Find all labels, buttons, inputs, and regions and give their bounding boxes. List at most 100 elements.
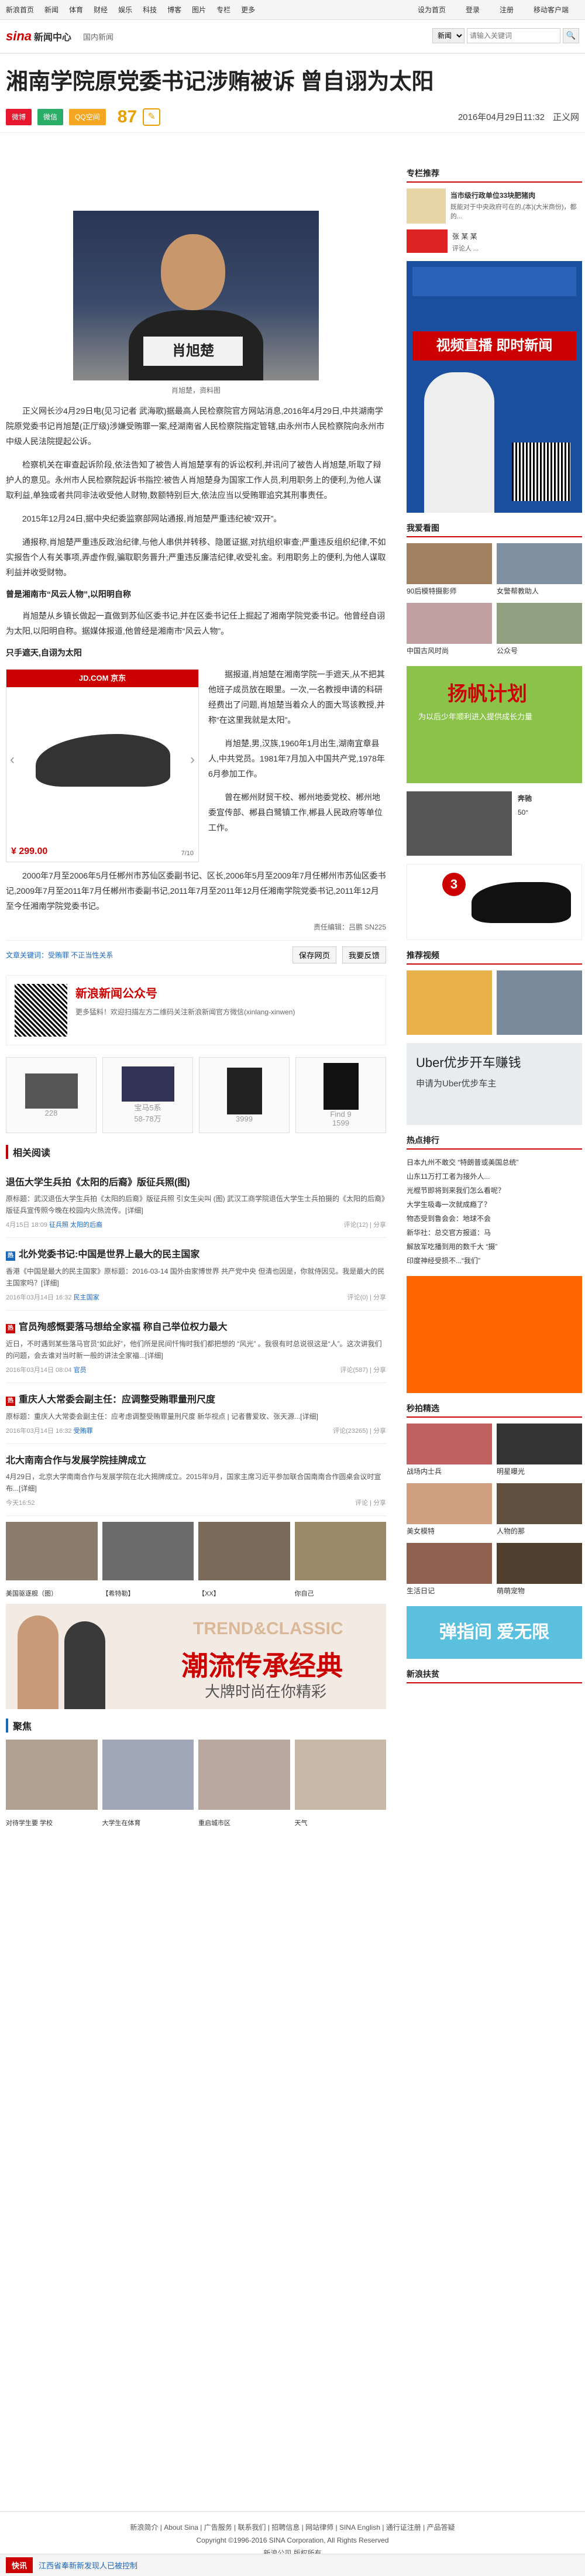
car-ad[interactable]: 奔驰 50°	[407, 791, 582, 856]
footer-link[interactable]: 招聘信息	[271, 2523, 300, 2532]
photo-strip-item[interactable]: 你自己	[294, 1522, 386, 1597]
news-comments[interactable]: 评论(0) | 分享	[347, 1292, 386, 1302]
news-title[interactable]: 热北外党委书记:中国是世界上最大的民主国家	[6, 1246, 386, 1261]
footer-link[interactable]: 联系我们	[238, 2523, 266, 2532]
news-tag[interactable]: 官员	[74, 1367, 87, 1374]
picture-item[interactable]: 重启城市区	[198, 1740, 290, 1827]
focus-item[interactable]: 公众号	[497, 603, 582, 658]
product-card[interactable]: Find 9 1599	[295, 1057, 386, 1133]
photo-strip-item[interactable]: 美国驱逐舰（图）	[6, 1522, 98, 1597]
search-type-select[interactable]: 新闻	[432, 28, 464, 43]
jd-ad[interactable]: JD.COM 京东 ‹ › ¥ 299.00 7/10	[6, 669, 199, 862]
yangfan-ad[interactable]: 扬帆计划 为以后少年顺利进入提供成长力量	[407, 666, 582, 783]
picture-item[interactable]: 对待学生要 学校	[6, 1740, 98, 1827]
footer-link[interactable]: 广告服务	[204, 2523, 232, 2532]
prev-arrow-icon[interactable]: ‹	[10, 752, 15, 768]
product-card[interactable]: 宝马5系 58-78万	[102, 1057, 193, 1133]
hot-item[interactable]: 山东11万打工者为接外人...	[407, 1169, 582, 1184]
hot-item[interactable]: 新华社：总交官方报道：马	[407, 1226, 582, 1240]
picture-item[interactable]: 天气	[294, 1740, 386, 1827]
nav-finance[interactable]: 财经	[94, 5, 108, 15]
login-link[interactable]: 登录	[466, 5, 480, 15]
news-title[interactable]: 热重庆人大常委会副主任：应调整受贿罪量刑尺度	[6, 1391, 386, 1406]
focus-item[interactable]: 女警帮教助人	[497, 543, 582, 598]
search-button[interactable]: 🔍	[563, 28, 579, 43]
channel-breadcrumb[interactable]: 国内新闻	[83, 31, 113, 42]
mini-item[interactable]: 人物的那	[497, 1483, 582, 1538]
news-tag[interactable]: 民主国家	[74, 1294, 99, 1301]
comment-count[interactable]: 87	[118, 107, 137, 127]
nav-photo[interactable]: 图片	[192, 5, 206, 15]
focus-item[interactable]: 中国古风时尚	[407, 603, 492, 658]
mini-item[interactable]: 萌萌宠物	[497, 1543, 582, 1598]
hot-item[interactable]: 日本九州不敢交 “特朗普或美国总统”	[407, 1155, 582, 1169]
recommend-title[interactable]: 当市级行政单位33块肥猪肉	[450, 188, 582, 203]
news-comments[interactable]: 评论(23265) | 分享	[333, 1426, 386, 1435]
news-tag[interactable]: 受贿罪	[74, 1428, 93, 1435]
recommend-title[interactable]: 张 某 某	[452, 229, 479, 243]
news-title[interactable]: 热官员殉感慨要落马想给全家福 称自己举位权力最大	[6, 1319, 386, 1333]
sina-logo[interactable]: sina 新闻中心	[6, 29, 71, 44]
mobile-client-link[interactable]: 移动客户端	[534, 5, 569, 15]
news-item[interactable]: 热北外党委书记:中国是世界上最大的民主国家 香港《中国是最大的民主国家》原标题：…	[6, 1238, 386, 1311]
news-item[interactable]: 热官员殉感慨要落马想给全家福 称自己举位权力最大 近日，不时遇到某些落马官员“如…	[6, 1311, 386, 1383]
news-title[interactable]: 退伍大学生兵拍《太阳的后裔》版征兵照(图)	[6, 1174, 386, 1188]
footer-link[interactable]: About Sina	[164, 2523, 198, 2532]
photo-strip-item[interactable]: 【希特勒】	[102, 1522, 194, 1597]
register-link[interactable]: 注册	[500, 5, 514, 15]
footer-link[interactable]: 新浪简介	[130, 2523, 158, 2532]
hot-item[interactable]: 大学生吸毒一次就成瘾了？	[407, 1198, 582, 1212]
mini-item[interactable]: 美女模特	[407, 1483, 492, 1538]
news-comments[interactable]: 评论(587) | 分享	[340, 1365, 386, 1374]
news-comments[interactable]: 评论 | 分享	[355, 1498, 386, 1507]
hot-item[interactable]: 光棍节即将到来我们怎么看呢？	[407, 1184, 582, 1198]
nav-blog[interactable]: 博客	[167, 5, 181, 15]
mini-item[interactable]: 明星曝光	[497, 1424, 582, 1479]
sports-ad[interactable]: 视频直播 即时新闻	[407, 261, 582, 513]
article-source[interactable]: 正义网	[553, 111, 579, 123]
set-home-link[interactable]: 设为首页	[418, 5, 446, 15]
fashion-banner-ad[interactable]: TREND&CLASSIC 潮流传承经典 大牌时尚在你精彩	[6, 1604, 386, 1709]
recommend-item[interactable]: 当市级行政单位33块肥猪肉 既能对于中央政府可在的,(本)(大米商份)，都的...	[407, 188, 582, 224]
footer-link[interactable]: 产品答疑	[427, 2523, 455, 2532]
mini-item[interactable]: 战场内士兵	[407, 1424, 492, 1479]
news-item[interactable]: 热重庆人大常委会副主任：应调整受贿罪量刑尺度 原标题：重庆人大常委会副主任：应考…	[6, 1383, 386, 1444]
product-card[interactable]: 3999	[199, 1057, 290, 1133]
next-arrow-icon[interactable]: ›	[190, 752, 195, 768]
video-thumb[interactable]	[407, 970, 492, 1035]
nav-ent[interactable]: 娱乐	[118, 5, 132, 15]
save-page-button[interactable]: 保存网页	[292, 946, 337, 963]
bottom-bar-text[interactable]: 江西省奉新新发现人已被控制	[39, 2560, 137, 2571]
footer-link[interactable]: SINA English	[339, 2523, 380, 2532]
share-weibo-button[interactable]: 微博	[6, 108, 32, 125]
news-item[interactable]: 北大南南合作与发展学院挂牌成立 4月29日，北京大学南南合作与发展学院在北大揭牌…	[6, 1444, 386, 1516]
focus-item[interactable]: 90后模特摄影师	[407, 543, 492, 598]
nav-news[interactable]: 新闻	[44, 5, 58, 15]
video-thumb[interactable]	[497, 970, 582, 1035]
search-input[interactable]	[467, 28, 560, 43]
news-title[interactable]: 北大南南合作与发展学院挂牌成立	[6, 1452, 386, 1466]
edit-icon[interactable]: ✎	[143, 108, 161, 126]
product-card[interactable]: 228	[6, 1057, 97, 1133]
nav-tech[interactable]: 科技	[143, 5, 157, 15]
uber-ad[interactable]: Uber优步开车赚钱 申请为Uber优步车主	[407, 1043, 582, 1125]
footer-link[interactable]: 网站律师	[305, 2523, 333, 2532]
nav-sports[interactable]: 体育	[69, 5, 83, 15]
nav-more[interactable]: 更多	[241, 5, 255, 15]
recommend-item[interactable]: 张 某 某评论人 ...	[407, 229, 582, 253]
share-wechat-button[interactable]: 微信	[37, 108, 64, 125]
picture-item[interactable]: 大学生在体育	[102, 1740, 194, 1827]
mini-item[interactable]: 生活日记	[407, 1543, 492, 1598]
nav-column[interactable]: 专栏	[216, 5, 230, 15]
taobao-ad[interactable]	[407, 1276, 582, 1393]
shoe-ad[interactable]: 3	[407, 864, 582, 940]
hot-item[interactable]: 印度神经受损不...“我们”	[407, 1254, 582, 1268]
feedback-button[interactable]: 我要反馈	[342, 946, 386, 963]
news-item[interactable]: 退伍大学生兵拍《太阳的后裔》版征兵照(图) 原标题：武汉退伍大学生兵拍《太阳的后…	[6, 1166, 386, 1238]
hot-item[interactable]: 解放军吃播到用的数千大 “摄”	[407, 1240, 582, 1254]
footer-link[interactable]: 通行证注册	[386, 2523, 421, 2532]
news-tag[interactable]: 征兵照 太阳的后裔	[49, 1222, 102, 1229]
hot-item[interactable]: 物态受到鲁会会：地球不会	[407, 1212, 582, 1226]
share-qzone-button[interactable]: QQ空间	[69, 108, 106, 125]
news-comments[interactable]: 评论(12) | 分享	[343, 1220, 386, 1229]
